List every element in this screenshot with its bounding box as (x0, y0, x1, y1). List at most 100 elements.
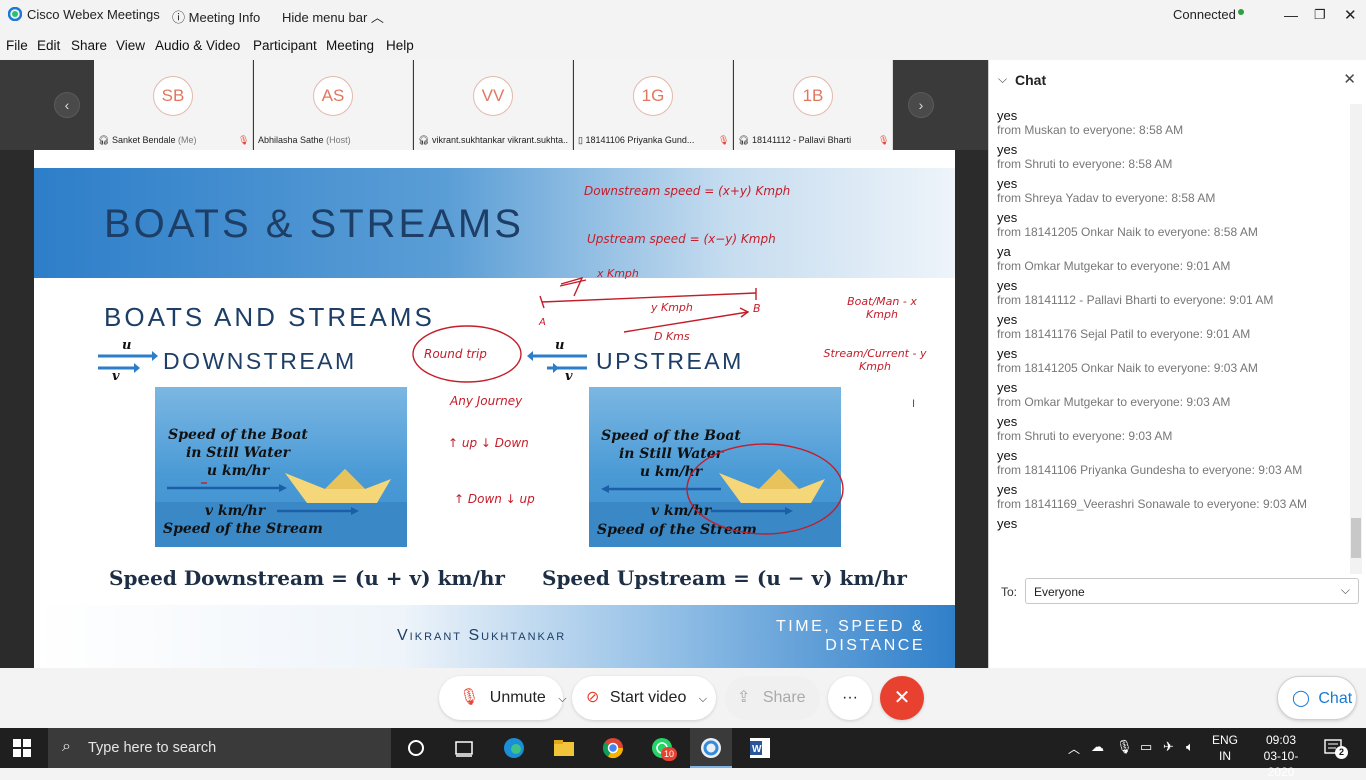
chevron-up-icon[interactable]: ︿ (1068, 740, 1080, 757)
microphone-icon[interactable]: 🎙︎ (1116, 739, 1133, 755)
edge-browser-icon[interactable] (502, 736, 526, 760)
participant-name-row: 🎧︎ vikrant.sukhtankar vikrant.sukhta... (418, 135, 568, 146)
participant-tag: (Me) (178, 135, 197, 145)
muted-mic-icon: 🎙︎ (718, 135, 728, 145)
chat-message-text: yes (997, 142, 1018, 157)
taskbar-search[interactable]: ⌕ Type here to search (48, 728, 391, 768)
start-video-button[interactable]: ⊘ Start video ⌵ (572, 676, 716, 720)
participant-name-row: 🎧︎ Sanket Bendale (Me) 🎙︎ (98, 135, 248, 146)
chat-message: yes from Shruti to everyone: 8:58 AM (997, 142, 1352, 172)
cortana-icon[interactable] (404, 736, 428, 760)
chat-message-text: ya (997, 244, 1011, 259)
chat-message-meta: from Omkar Mutgekar to everyone: 9:03 AM (997, 395, 1231, 409)
chat-message-text: yes (997, 176, 1018, 191)
task-view-icon[interactable] (452, 736, 476, 760)
chat-toggle-label: Chat (1318, 690, 1353, 707)
chat-message: ya from Omkar Mutgekar to everyone: 9:01 … (997, 244, 1352, 274)
close-window-button[interactable]: ✕ (1344, 6, 1357, 24)
restore-button[interactable]: ❐ (1314, 7, 1326, 23)
windows-taskbar: ⌕ Type here to search 10 W ︿ ☁ 🎙︎ ▭ ✈ 🔈︎… (0, 728, 1366, 779)
chat-message-meta: from 18141169_Veerashri Sonawale to ever… (997, 497, 1307, 511)
chat-message-meta: from 18141176 Sejal Patil to everyone: 9… (997, 327, 1251, 341)
chat-bubble-icon: ◯ (1292, 690, 1310, 707)
unmute-button[interactable]: 🎙︎ Unmute ⌵ (439, 676, 567, 720)
volume-icon[interactable]: 🔈︎ (1186, 739, 1194, 755)
battery-icon[interactable]: ▭ (1140, 739, 1152, 755)
participant-name: Abhilasha Sathe (258, 135, 324, 145)
participant-name: 18141112 - Pallavi Bharti (751, 135, 852, 145)
chat-message-text: yes (997, 380, 1018, 395)
participant-tag: (Host) (326, 135, 351, 145)
language-code: ENG (1211, 733, 1238, 747)
annotation-boat-man: Boat/Man - x Kmph (847, 295, 917, 321)
chrome-icon[interactable] (601, 736, 625, 760)
annotation-downstream-speed: Downstream speed = (x+y) Kmph (584, 184, 791, 198)
whatsapp-badge: 10 (661, 747, 677, 761)
menu-file[interactable]: File (6, 38, 28, 53)
strip-prev-button[interactable]: ‹ (54, 92, 80, 118)
to-label: To: (1001, 585, 1018, 599)
whatsapp-icon[interactable]: 10 (650, 736, 677, 761)
info-icon: ⓘ (172, 10, 186, 25)
network-icon[interactable]: ✈ (1163, 739, 1174, 755)
share-button[interactable]: ⇪ Share (725, 676, 820, 720)
content-stage: BOATS & STREAMS BOATS AND STREAMS u v DO… (0, 150, 988, 668)
meeting-info-button[interactable]: ⓘ Meeting Info (172, 7, 260, 26)
clock-date: 03-10-2020 (1263, 749, 1299, 779)
webex-logo-icon (7, 6, 23, 24)
menu-meeting[interactable]: Meeting (326, 38, 374, 53)
chat-toggle-button[interactable]: ◯ Chat (1277, 676, 1357, 720)
menu-view[interactable]: View (116, 38, 145, 53)
menu-help[interactable]: Help (386, 38, 414, 53)
participant-tile[interactable]: SB 🎧︎ Sanket Bendale (Me) 🎙︎ (94, 60, 253, 150)
annotation-x-kmph: x Kmph (597, 267, 639, 280)
chat-message: yes from 18141176 Sejal Patil to everyone… (997, 312, 1352, 342)
participant-tile[interactable]: VV 🎧︎ vikrant.sukhtankar vikrant.sukhta.… (414, 60, 573, 150)
annotation-point-a: A (539, 317, 546, 328)
chat-scroll-thumb[interactable] (1351, 518, 1361, 558)
connected-dot-icon (1238, 9, 1244, 15)
annotation-upstream-speed: Upstream speed = (x−y) Kmph (587, 232, 776, 246)
windows-start-icon[interactable] (13, 739, 31, 757)
meeting-controls: 🎙︎ Unmute ⌵ ⊘ Start video ⌵ ⇪ Share ··· … (0, 668, 1366, 728)
onedrive-cloud-icon[interactable]: ☁ (1091, 739, 1104, 755)
search-icon: ⌕ (62, 738, 71, 755)
chat-message-meta: from 18141205 Onkar Naik to everyone: 8:… (997, 225, 1258, 239)
chevron-down-icon[interactable]: ⌵ (998, 72, 1007, 87)
menu-participant[interactable]: Participant (253, 38, 317, 53)
recipient-select[interactable]: Everyone ⌵ (1025, 578, 1359, 604)
annotation-y-kmph: y Kmph (651, 301, 693, 314)
avatar: AS (313, 76, 353, 116)
participant-tile[interactable]: 1B 🎧︎ 18141112 - Pallavi Bharti 🎙︎ (734, 60, 893, 150)
chat-message-list: yes from Muskan to everyone: 8:58 AM yes f… (997, 104, 1352, 531)
strip-next-button[interactable]: › (908, 92, 934, 118)
chat-message-text: yes (997, 312, 1018, 327)
participant-tile[interactable]: 1G ▯ 18141106 Priyanka Gund... 🎙︎ (574, 60, 733, 150)
more-options-button[interactable]: ··· (828, 676, 872, 720)
participant-name-row: 🎧︎ 18141112 - Pallavi Bharti 🎙︎ (738, 135, 888, 146)
minimize-button[interactable]: — (1284, 7, 1298, 23)
word-icon[interactable]: W (748, 736, 772, 760)
participant-strip: ‹ SB 🎧︎ Sanket Bendale (Me) 🎙︎ AS Abhila… (0, 60, 988, 150)
notification-center-icon[interactable]: 2 (1323, 738, 1348, 759)
leave-meeting-button[interactable]: ✕ (880, 676, 924, 720)
chat-close-button[interactable]: ✕ (1343, 70, 1356, 88)
menu-bar: File Edit Share View Audio & Video Parti… (0, 33, 988, 59)
participant-name: 18141106 Priyanka Gund... (585, 135, 695, 145)
avatar: 1G (633, 76, 673, 116)
chat-message-text: yes (997, 210, 1018, 225)
title-bar: Cisco Webex Meetings ⓘ Meeting Info Hide… (0, 0, 1366, 30)
file-explorer-icon[interactable] (552, 736, 576, 760)
menu-audio-video[interactable]: Audio & Video (155, 38, 240, 53)
hide-menu-bar-button[interactable]: Hide menu bar ︿ (282, 7, 384, 26)
chat-message: yes from Shruti to everyone: 9:03 AM (997, 414, 1352, 444)
language-indicator[interactable]: ENG IN (1208, 732, 1242, 764)
annotation-any-journey: Any Journey (450, 394, 523, 408)
menu-share[interactable]: Share (71, 38, 107, 53)
connection-status: Connected (1173, 7, 1236, 22)
chat-scrollbar[interactable] (1350, 104, 1362, 574)
start-video-label: Start video (609, 689, 687, 706)
menu-edit[interactable]: Edit (37, 38, 60, 53)
participant-tile[interactable]: AS Abhilasha Sathe (Host) (254, 60, 413, 150)
system-clock[interactable]: 09:03 03-10-2020 (1256, 732, 1306, 780)
